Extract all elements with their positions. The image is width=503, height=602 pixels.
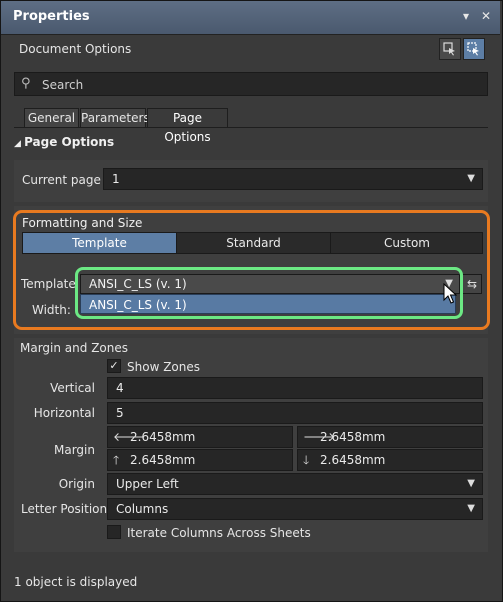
vertical-label: Vertical [50, 381, 95, 395]
tab-general[interactable]: General [24, 108, 79, 128]
template-highlight-frame [75, 267, 463, 319]
select-filter-button[interactable] [439, 38, 461, 60]
document-options-label: Document Options [19, 42, 132, 56]
pin-icon[interactable]: ▾ [463, 9, 469, 23]
arrow-right-icon: 🡒 [303, 430, 336, 444]
letter-position-value: Columns [116, 502, 169, 516]
vertical-input[interactable]: 4 [107, 377, 483, 399]
origin-value: Upper Left [116, 477, 179, 491]
margin-top-value: 2.6458mm [130, 453, 196, 467]
margin-bottom-input[interactable]: 🡓 2.6458mm [297, 449, 483, 471]
iterate-columns-checkbox[interactable] [107, 525, 121, 539]
tab-parameters[interactable]: Parameters [80, 108, 150, 128]
page-options-section-title: Page Options [24, 135, 115, 149]
letter-position-dropdown[interactable]: Columns ▼ [107, 498, 483, 520]
current-page-dropdown[interactable]: 1 ▼ [103, 168, 483, 190]
select-filter-icon [443, 42, 455, 56]
chevron-down-icon: ▼ [467, 173, 475, 184]
chevron-down-icon: ▼ [467, 503, 475, 514]
iterate-columns-label: Iterate Columns Across Sheets [127, 526, 311, 540]
panel-titlebar: Properties ▾ ✕ [1, 1, 500, 35]
current-page-label: Current page [22, 173, 101, 187]
tab-page-options[interactable]: Page Options [147, 108, 228, 144]
page-options-section-header[interactable]: ◢ Page Options [14, 135, 114, 149]
search-box: ⚲ [14, 72, 488, 96]
cursor-select-icon [467, 42, 479, 56]
origin-dropdown[interactable]: Upper Left ▼ [107, 473, 483, 495]
letter-position-label: Letter Position [21, 502, 108, 516]
arrow-down-icon: 🡓 [303, 453, 310, 467]
arrow-left-icon: 🡐 [113, 430, 146, 444]
status-text: 1 object is displayed [14, 575, 138, 589]
chevron-down-icon: ▼ [467, 478, 475, 489]
margin-right-input[interactable]: 🡒 2.6458mm [297, 426, 483, 448]
panel-title: Properties [13, 9, 90, 24]
margin-bottom-value: 2.6458mm [320, 453, 386, 467]
horizontal-label: Horizontal [33, 406, 95, 420]
close-icon[interactable]: ✕ [481, 9, 491, 23]
select-object-button[interactable] [463, 38, 485, 60]
show-zones-checkbox[interactable]: ✓ [107, 359, 121, 373]
margin-label: Margin [54, 443, 95, 457]
margin-zones-title: Margin and Zones [20, 341, 128, 355]
collapse-triangle-icon: ◢ [14, 139, 25, 149]
search-input[interactable] [40, 75, 474, 95]
mouse-pointer-icon [443, 283, 457, 304]
origin-label: Origin [58, 477, 95, 491]
tab-underline [14, 127, 488, 128]
show-zones-label: Show Zones [127, 360, 200, 374]
search-icon: ⚲ [21, 76, 31, 91]
margin-left-input[interactable]: 🡐 2.6458mm [107, 426, 293, 448]
horizontal-input[interactable]: 5 [107, 402, 483, 424]
current-page-value: 1 [112, 172, 120, 186]
margin-top-input[interactable]: 🡑 2.6458mm [107, 449, 293, 471]
arrow-up-icon: 🡑 [113, 453, 120, 467]
